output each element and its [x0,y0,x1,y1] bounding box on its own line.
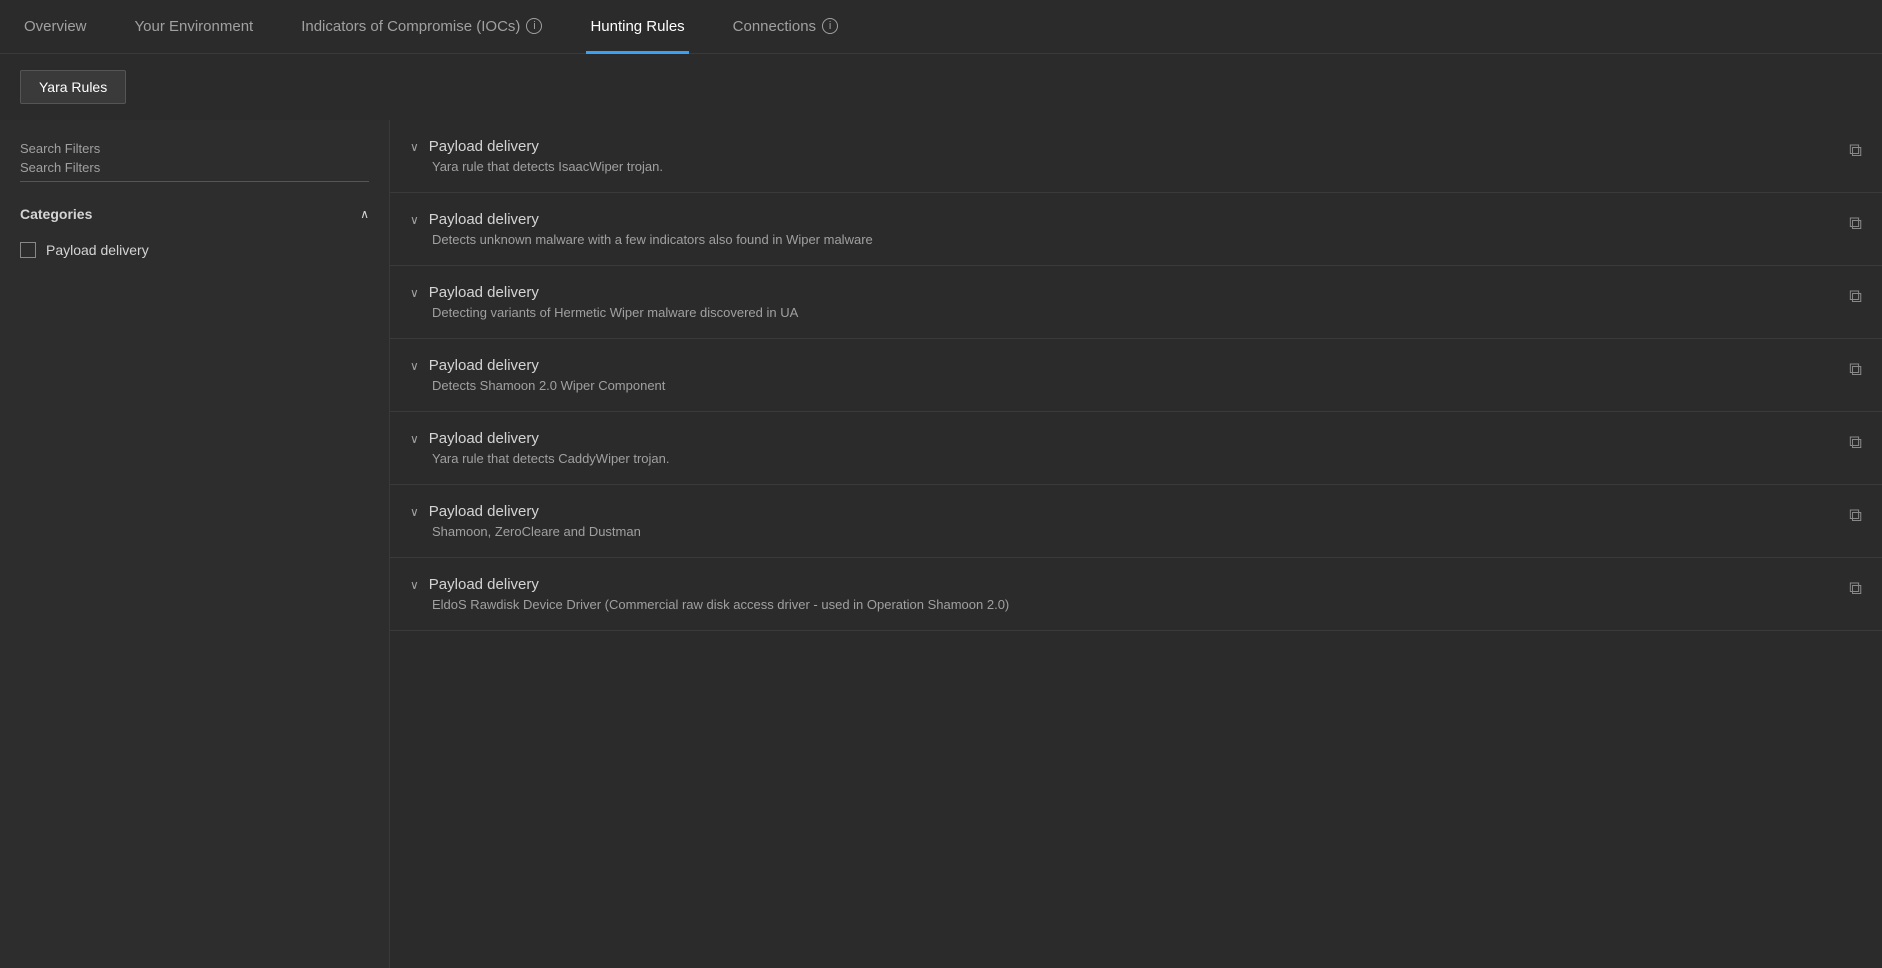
rule-category-6: Payload delivery [429,576,539,593]
rule-category-1: Payload delivery [429,211,539,228]
rule-item: ∨ Payload delivery Yara rule that detect… [390,120,1882,193]
categories-title: Categories [20,206,92,222]
tab-iocs-label: Indicators of Compromise (IOCs) [301,18,520,35]
category-item-payload-delivery[interactable]: Payload delivery [20,238,369,262]
rule-item: ∨ Payload delivery Yara rule that detect… [390,412,1882,485]
rule-left-0: ∨ Payload delivery Yara rule that detect… [410,138,1829,174]
sub-header: Yara Rules [0,54,1882,120]
rule-category-3: Payload delivery [429,357,539,374]
rule-item: ∨ Payload delivery EldoS Rawdisk Device … [390,558,1882,631]
rule-header-1: ∨ Payload delivery [410,211,1829,228]
tab-connections[interactable]: Connections i [729,1,842,54]
categories-chevron-icon: ∧ [360,207,369,221]
rule-copy-icon-3[interactable]: ⧉ [1849,359,1862,380]
rule-left-6: ∨ Payload delivery EldoS Rawdisk Device … [410,576,1829,612]
rule-category-2: Payload delivery [429,284,539,301]
rule-copy-icon-4[interactable]: ⧉ [1849,432,1862,453]
iocs-info-icon[interactable]: i [526,18,542,34]
rule-left-2: ∨ Payload delivery Detecting variants of… [410,284,1829,320]
main-content: Search Filters Categories ∧ Payload deli… [0,120,1882,968]
rule-chevron-icon-4[interactable]: ∨ [410,432,419,446]
rule-left-5: ∨ Payload delivery Shamoon, ZeroCleare a… [410,503,1829,539]
rule-header-6: ∨ Payload delivery [410,576,1829,593]
rule-copy-icon-1[interactable]: ⧉ [1849,213,1862,234]
rule-header-5: ∨ Payload delivery [410,503,1829,520]
yara-rules-button[interactable]: Yara Rules [20,70,126,104]
rule-category-5: Payload delivery [429,503,539,520]
rule-header-3: ∨ Payload delivery [410,357,1829,374]
categories-header[interactable]: Categories ∧ [20,206,369,222]
rule-item: ∨ Payload delivery Detects Shamoon 2.0 W… [390,339,1882,412]
rule-chevron-icon-2[interactable]: ∨ [410,286,419,300]
tab-hunting-rules[interactable]: Hunting Rules [586,1,688,54]
rule-chevron-icon-5[interactable]: ∨ [410,505,419,519]
tab-iocs[interactable]: Indicators of Compromise (IOCs) i [297,1,546,54]
rule-copy-icon-2[interactable]: ⧉ [1849,286,1862,307]
search-filters-label: Search Filters [20,141,100,156]
rule-chevron-icon-3[interactable]: ∨ [410,359,419,373]
sidebar: Search Filters Categories ∧ Payload deli… [0,120,390,968]
rule-chevron-icon-0[interactable]: ∨ [410,140,419,154]
tab-your-environment-label: Your Environment [135,18,254,35]
search-filters-input[interactable] [20,156,369,182]
rule-item: ∨ Payload delivery Shamoon, ZeroCleare a… [390,485,1882,558]
rule-category-4: Payload delivery [429,430,539,447]
rule-description-3: Detects Shamoon 2.0 Wiper Component [432,378,1829,393]
payload-delivery-checkbox[interactable] [20,242,36,258]
rule-header-2: ∨ Payload delivery [410,284,1829,301]
rule-copy-icon-0[interactable]: ⧉ [1849,140,1862,161]
connections-info-icon[interactable]: i [822,18,838,34]
tab-hunting-rules-label: Hunting Rules [590,18,684,35]
rule-chevron-icon-1[interactable]: ∨ [410,213,419,227]
tab-overview-label: Overview [24,18,87,35]
tab-overview[interactable]: Overview [20,1,91,54]
rule-description-6: EldoS Rawdisk Device Driver (Commercial … [432,597,1829,612]
rule-chevron-icon-6[interactable]: ∨ [410,578,419,592]
rule-header-0: ∨ Payload delivery [410,138,1829,155]
top-navigation: Overview Your Environment Indicators of … [0,0,1882,54]
tab-connections-label: Connections [733,18,816,35]
tab-your-environment[interactable]: Your Environment [131,1,258,54]
rule-item: ∨ Payload delivery Detects unknown malwa… [390,193,1882,266]
rule-description-0: Yara rule that detects IsaacWiper trojan… [432,159,1829,174]
payload-delivery-label: Payload delivery [46,242,149,258]
rule-copy-icon-5[interactable]: ⧉ [1849,505,1862,526]
rule-left-3: ∨ Payload delivery Detects Shamoon 2.0 W… [410,357,1829,393]
rule-left-4: ∨ Payload delivery Yara rule that detect… [410,430,1829,466]
rule-category-0: Payload delivery [429,138,539,155]
rule-copy-icon-6[interactable]: ⧉ [1849,578,1862,599]
rule-header-4: ∨ Payload delivery [410,430,1829,447]
rule-item: ∨ Payload delivery Detecting variants of… [390,266,1882,339]
rule-description-1: Detects unknown malware with a few indic… [432,232,1829,247]
rule-description-5: Shamoon, ZeroCleare and Dustman [432,524,1829,539]
rule-description-4: Yara rule that detects CaddyWiper trojan… [432,451,1829,466]
rules-list: ∨ Payload delivery Yara rule that detect… [390,120,1882,968]
rule-left-1: ∨ Payload delivery Detects unknown malwa… [410,211,1829,247]
rule-description-2: Detecting variants of Hermetic Wiper mal… [432,305,1829,320]
